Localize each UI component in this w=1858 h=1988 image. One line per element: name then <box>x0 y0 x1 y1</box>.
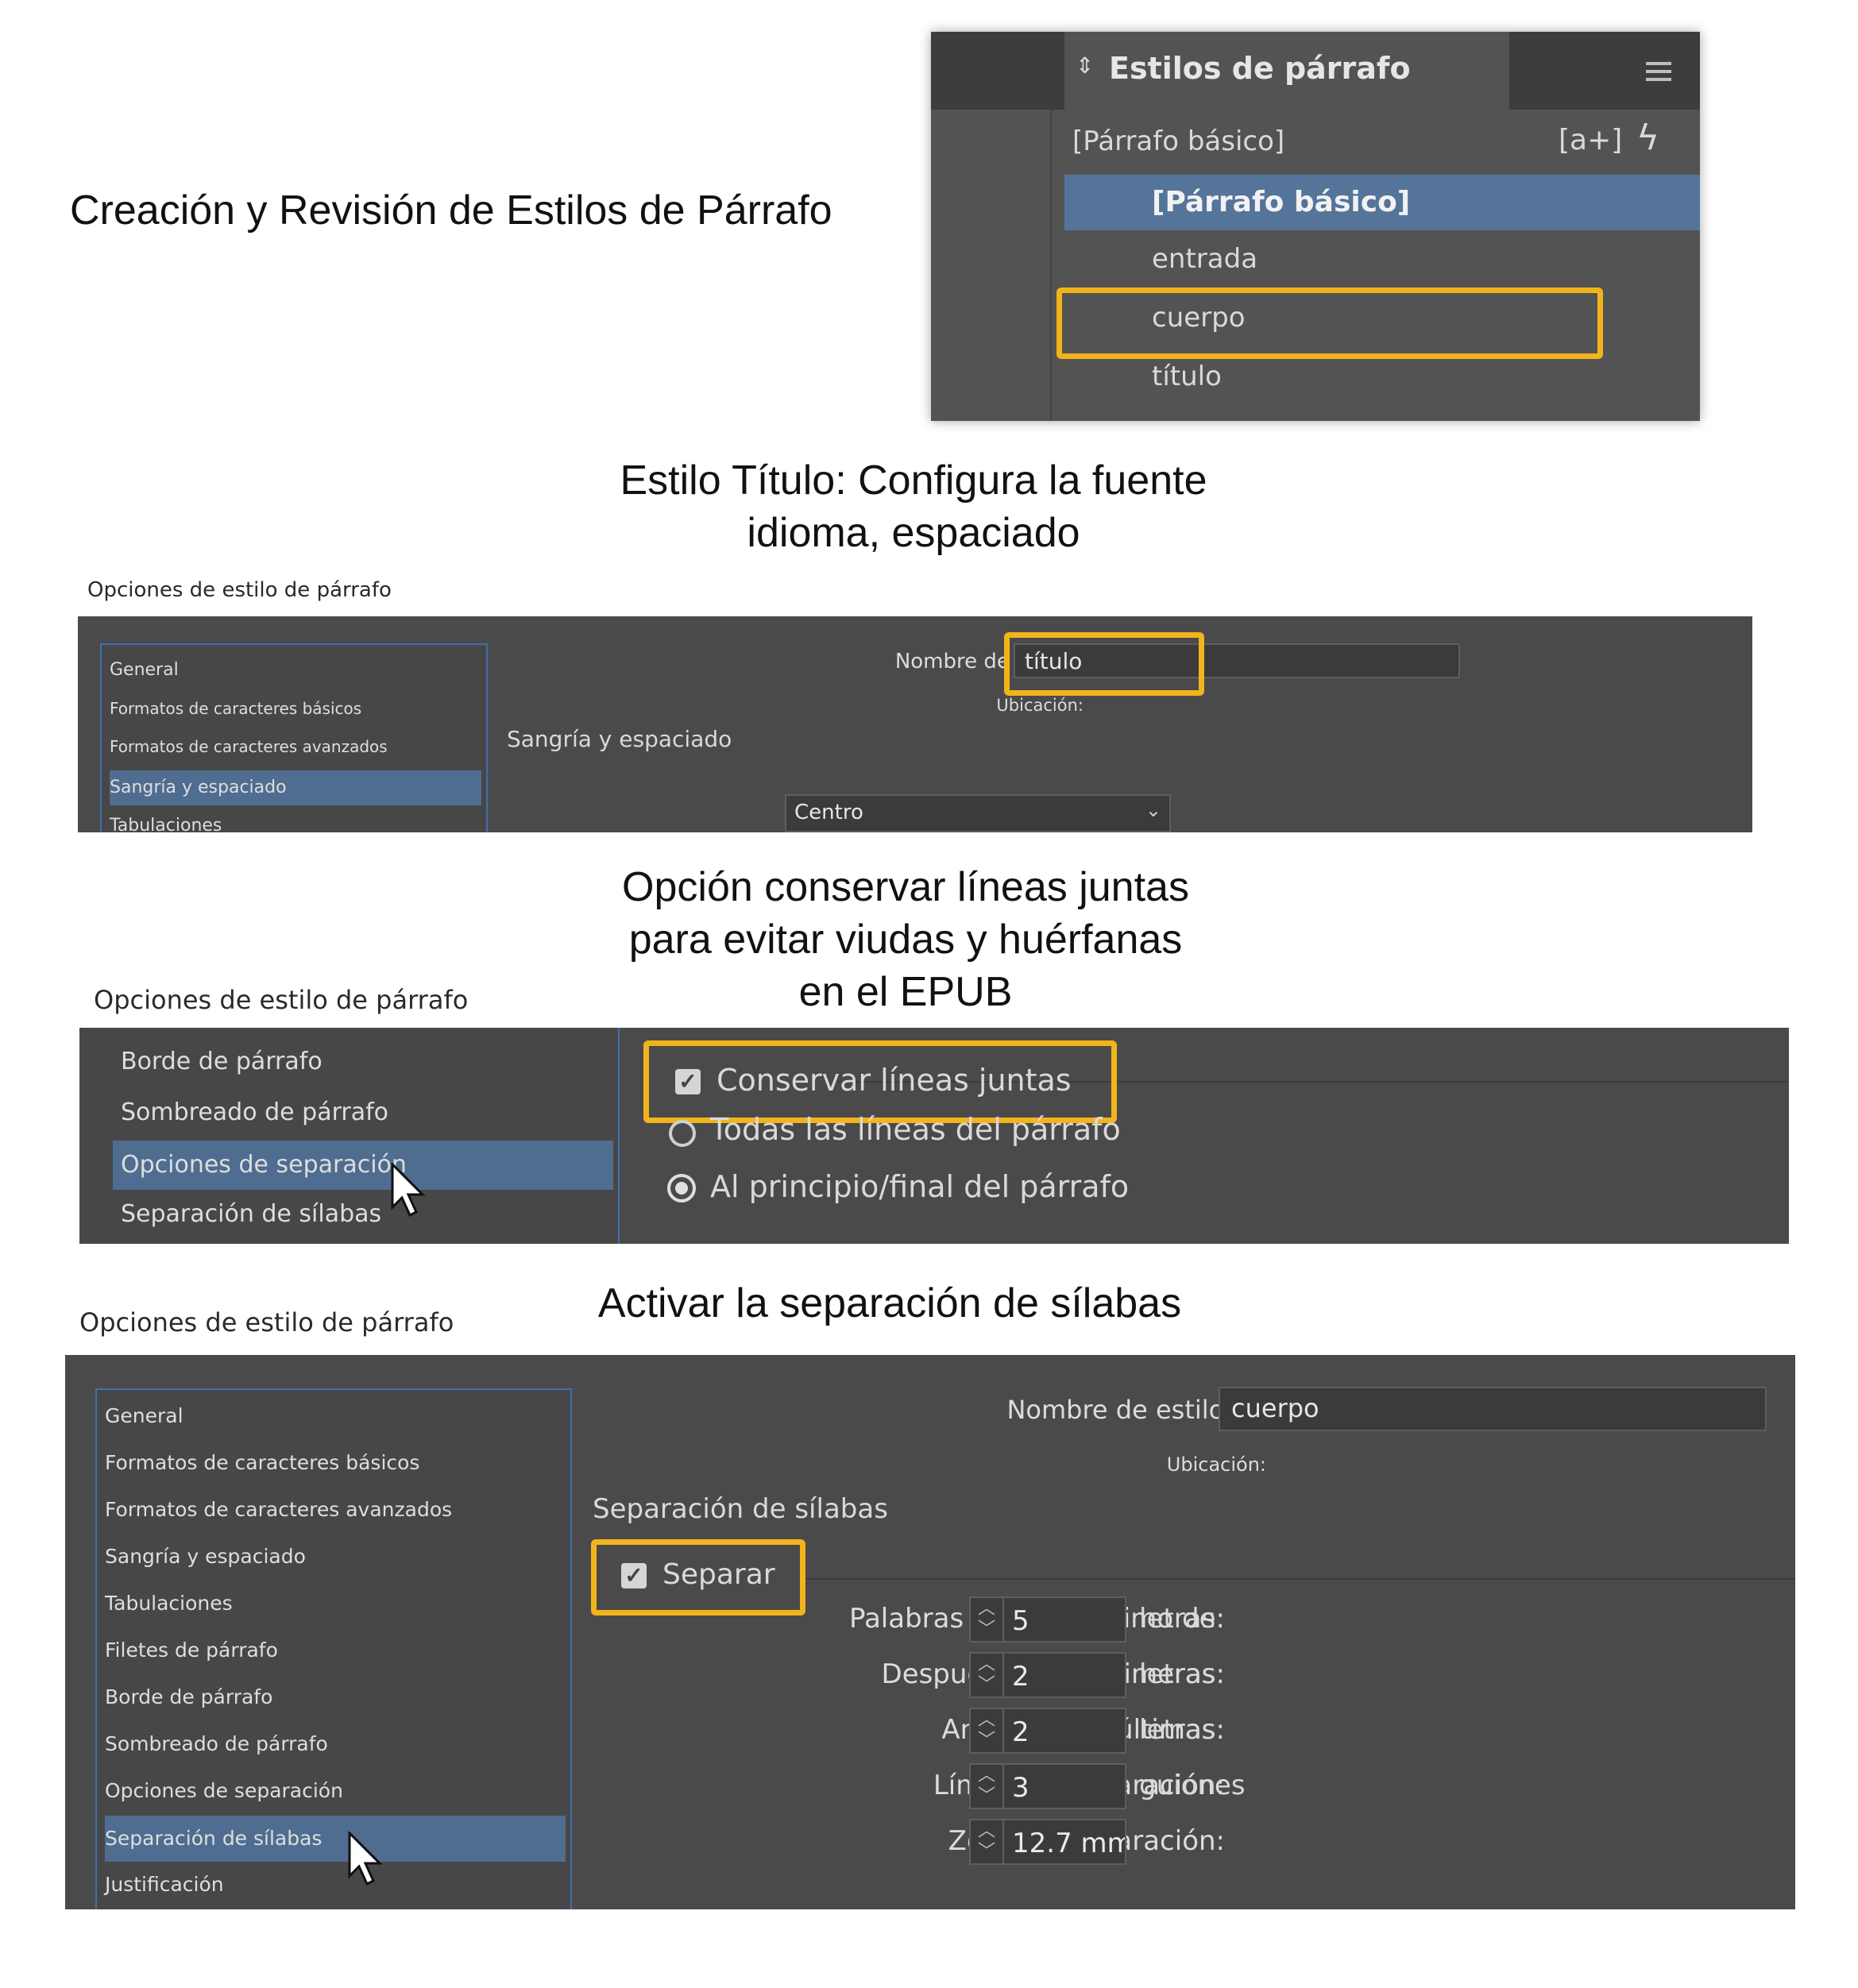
caption-section3: Opción conservar líneas juntas para evit… <box>485 861 1327 1018</box>
stepper-value: 5 <box>1012 1605 1029 1637</box>
highlight-box <box>1056 288 1603 359</box>
caption-line: para evitar viudas y huérfanas <box>628 917 1183 963</box>
stepper-value: 3 <box>1012 1772 1029 1804</box>
caption-line: idioma, espaciado <box>747 510 1080 556</box>
start-end-label: Al principio/final del párrafo <box>710 1169 1130 1204</box>
list-item-label: [Párrafo básico] <box>1152 186 1411 218</box>
caption-line: Estilo Título: Configura la fuente <box>620 457 1207 504</box>
stepper-arrows-icon[interactable]: ︿ ﹀ <box>971 1654 1004 1697</box>
panel-title: Estilos de párrafo <box>1109 51 1411 86</box>
dialog-window-title: Opciones de estilo de párrafo <box>87 578 392 602</box>
chevron-down-icon: ⌄ <box>1145 799 1161 821</box>
sidebar-item-tabs[interactable]: Tabulaciones <box>105 1585 566 1622</box>
list-item-label: entrada <box>1152 243 1258 275</box>
paragraph-styles-panel: ⇕ Estilos de párrafo [Párrafo básico] [a… <box>931 32 1700 421</box>
sidebar-item-paragraph-border[interactable]: Borde de párrafo <box>105 1679 566 1716</box>
dialog-sidebar: Borde de párrafo Sombreado de párrafo Op… <box>79 1028 620 1244</box>
unit-label: letras <box>1139 1658 1216 1690</box>
sidebar-item-justification[interactable]: Justificación <box>105 1866 566 1903</box>
hyphenation-zone-stepper[interactable]: ︿ ﹀ 12.7 mm <box>969 1819 1126 1865</box>
hyphen-limit-stepper[interactable]: ︿ ﹀ 3 <box>969 1763 1126 1809</box>
stepper-arrows-icon[interactable]: ︿ ﹀ <box>971 1709 1004 1752</box>
style-name-label: Nombre de estilo: <box>1006 1395 1233 1425</box>
sidebar-item-paragraph-border[interactable]: Borde de párrafo <box>121 1042 613 1082</box>
stepper-value: 2 <box>1012 1716 1029 1748</box>
sidebar-item-tabs[interactable]: Tabulaciones <box>110 812 481 832</box>
min-word-length-stepper[interactable]: ︿ ﹀ 5 <box>969 1596 1126 1643</box>
sidebar-item-paragraph-shading[interactable]: Sombreado de párrafo <box>121 1093 613 1133</box>
stepper-arrows-icon[interactable]: ︿ ﹀ <box>971 1765 1004 1808</box>
list-item-selected[interactable]: [Párrafo básico] <box>1064 175 1700 230</box>
sidebar-item-indents-spacing[interactable]: Sangría y espaciado <box>110 770 481 805</box>
mouse-cursor-icon <box>389 1161 429 1218</box>
highlight-box <box>1004 632 1204 696</box>
caption-line: en el EPUB <box>798 969 1013 1015</box>
sidebar-item-advanced-character-formats[interactable]: Formatos de caracteres avanzados <box>105 1492 566 1528</box>
before-last-stepper[interactable]: ︿ ﹀ 2 <box>969 1708 1126 1754</box>
sidebar-item-paragraph-shading[interactable]: Sombreado de párrafo <box>105 1726 566 1762</box>
caption-section1: Creación y Revisión de Estilos de Párraf… <box>70 187 832 234</box>
section-title: Sangría y espaciado <box>507 726 732 752</box>
sidebar-item-basic-character-formats[interactable]: Formatos de caracteres básicos <box>105 1445 566 1481</box>
sidebar-item-keep-options[interactable]: Opciones de separación <box>113 1141 613 1190</box>
panel-tab[interactable]: ⇕ Estilos de párrafo <box>1064 32 1509 110</box>
all-lines-label: Todas las líneas del párrafo <box>710 1112 1121 1147</box>
dialog-window-title: Opciones de estilo de párrafo <box>94 985 469 1015</box>
sidebar-item-hyphenation[interactable]: Separación de sílabas <box>121 1195 613 1234</box>
sidebar-item-advanced-character-formats[interactable]: Formatos de caracteres avanzados <box>110 732 481 761</box>
sidebar-item-basic-character-formats[interactable]: Formatos de caracteres básicos <box>110 694 481 723</box>
current-style-label: [Párrafo básico] <box>1072 125 1285 157</box>
location-label: Ubicación: <box>996 696 1084 715</box>
caption-section2: Estilo Título: Configura la fuente idiom… <box>453 454 1374 559</box>
stepper-value: 12.7 mm <box>1012 1828 1126 1859</box>
new-style-button[interactable]: [a+] <box>1559 124 1622 156</box>
after-first-stepper[interactable]: ︿ ﹀ 2 <box>969 1652 1126 1698</box>
list-item[interactable]: entrada <box>1064 232 1700 288</box>
sidebar-item-indents-spacing[interactable]: Sangría y espaciado <box>105 1538 566 1575</box>
sidebar-item-hyphenation[interactable]: Separación de sílabas <box>105 1816 566 1862</box>
list-item-label: título <box>1152 361 1222 392</box>
dialog-window-title: Opciones de estilo de párrafo <box>79 1307 454 1338</box>
mouse-cursor-icon <box>346 1830 386 1887</box>
caption-section4: Activar la separación de sílabas <box>597 1280 1182 1326</box>
collapse-arrows-icon[interactable]: ⇕ <box>1076 52 1094 79</box>
sidebar-item-general[interactable]: General <box>110 656 481 685</box>
style-name-value: cuerpo <box>1231 1393 1319 1423</box>
dialog-sidebar: General Formatos de caracteres básicos F… <box>100 643 488 832</box>
unit-label: letras <box>1139 1603 1216 1635</box>
stepper-arrows-icon[interactable]: ︿ ﹀ <box>971 1598 1004 1641</box>
sidebar-item-paragraph-rules[interactable]: Filetes de párrafo <box>105 1632 566 1669</box>
stepper-value: 2 <box>1012 1661 1029 1693</box>
dialog-titulo: General Formatos de caracteres básicos F… <box>78 616 1752 832</box>
style-name-input[interactable]: cuerpo <box>1219 1387 1767 1431</box>
caption-line: Opción conservar líneas juntas <box>622 864 1189 910</box>
stepper-arrows-icon[interactable]: ︿ ﹀ <box>971 1820 1004 1863</box>
dialog-sidebar: General Formatos de caracteres básicos F… <box>95 1388 572 1909</box>
alignment-select[interactable]: Centro ⌄ <box>785 794 1171 832</box>
unit-label: guiones <box>1139 1770 1246 1801</box>
lightning-icon[interactable]: ϟ <box>1636 118 1659 158</box>
dialog-hyphenation: General Formatos de caracteres básicos F… <box>65 1355 1795 1909</box>
sidebar-item-keep-options[interactable]: Opciones de separación <box>105 1773 566 1809</box>
sidebar-item-general[interactable]: General <box>105 1398 566 1434</box>
alignment-value: Centro <box>794 801 863 824</box>
start-end-radio[interactable] <box>667 1174 696 1202</box>
highlight-box <box>643 1040 1117 1123</box>
location-label: Ubicación: <box>1166 1453 1266 1476</box>
unit-label: letras <box>1139 1714 1216 1746</box>
dialog-keep-lines: Borde de párrafo Sombreado de párrafo Op… <box>79 1028 1789 1244</box>
panel-menu-icon[interactable] <box>1646 62 1671 81</box>
all-lines-radio[interactable] <box>669 1120 696 1147</box>
section-title: Separación de sílabas <box>593 1493 888 1525</box>
